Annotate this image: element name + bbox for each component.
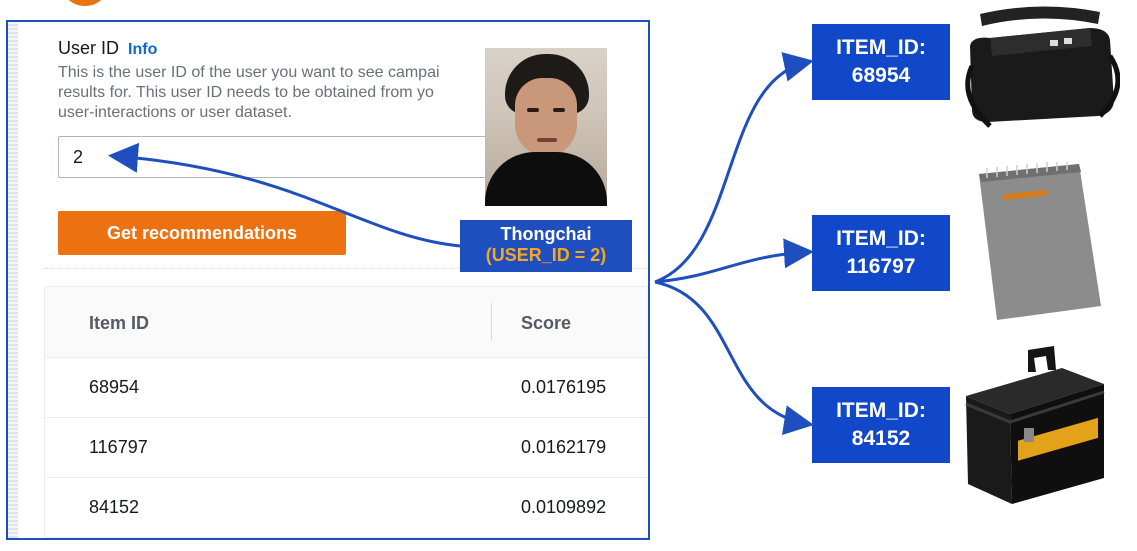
photo-body xyxy=(485,152,607,206)
cell-score: 0.0109892 xyxy=(521,497,607,517)
user-name: Thongchai xyxy=(500,224,592,244)
photo-mouth xyxy=(537,138,557,142)
user-id-label: User ID Info xyxy=(58,38,157,59)
photo-face xyxy=(515,78,577,156)
brand-logo xyxy=(60,0,110,6)
table-row: 68954 0.0176195 xyxy=(45,357,648,418)
panel-scroll-stripe xyxy=(8,22,18,538)
description-line: This is the user ID of the user you want… xyxy=(58,64,440,81)
photo-eye xyxy=(553,108,565,112)
item-callout-3: ITEM_ID: 84152 xyxy=(812,387,950,463)
item-callout-id: 116797 xyxy=(846,255,916,278)
item-callout-id: 68954 xyxy=(851,64,911,87)
table-row: 116797 0.0162179 xyxy=(45,417,648,478)
ammo-can-icon xyxy=(965,346,1105,504)
description-line: user-interactions or user dataset. xyxy=(58,104,292,121)
cell-score: 0.0176195 xyxy=(521,377,607,397)
user-id-description: This is the user ID of the user you want… xyxy=(58,63,498,123)
table-header: Item ID Score xyxy=(45,287,648,358)
item-callout-id: 84152 xyxy=(851,427,911,450)
user-name-callout: Thongchai (USER_ID = 2) xyxy=(460,220,632,272)
description-line: results for. This user ID needs to be ob… xyxy=(58,84,434,101)
arrow-to-item-2 xyxy=(654,238,814,284)
item-callout-2: ITEM_ID: 116797 xyxy=(812,215,950,291)
cell-score: 0.0162179 xyxy=(521,437,607,457)
cell-item-id: 84152 xyxy=(89,497,140,517)
user-photo xyxy=(485,48,607,206)
cell-item-id: 116797 xyxy=(89,437,148,457)
arrow-to-item-1 xyxy=(654,52,814,284)
column-separator xyxy=(491,303,492,341)
arrow-to-item-3 xyxy=(654,280,814,436)
cell-item-id: 68954 xyxy=(89,377,140,397)
recommendations-table: Item ID Score 68954 0.0176195 116797 0.0… xyxy=(44,286,648,538)
user-id-callout-label: (USER_ID = 2) xyxy=(485,245,607,265)
user-id-label-text: User ID xyxy=(58,38,120,58)
item-callout-1: ITEM_ID: 68954 xyxy=(812,24,950,100)
notebook-icon xyxy=(979,162,1101,320)
duffel-bag-icon xyxy=(965,6,1120,128)
photo-eye xyxy=(527,108,539,112)
column-header-item-id[interactable]: Item ID xyxy=(89,313,149,334)
item-callout-label: ITEM_ID: xyxy=(836,227,926,250)
item-callout-label: ITEM_ID: xyxy=(836,36,926,59)
user-id-input[interactable] xyxy=(58,136,528,178)
column-header-score[interactable]: Score xyxy=(521,313,571,334)
table-row: 84152 0.0109892 xyxy=(45,477,648,538)
get-recommendations-button[interactable]: Get recommendations xyxy=(58,211,346,255)
item-callout-label: ITEM_ID: xyxy=(836,399,926,422)
info-link[interactable]: Info xyxy=(128,41,157,58)
